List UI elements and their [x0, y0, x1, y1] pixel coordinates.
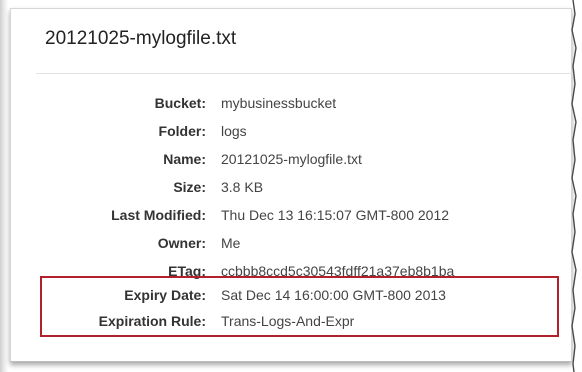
property-row-folder: Folder: logs [11, 121, 571, 141]
left-edge-shadow [0, 0, 8, 372]
property-label: Bucket: [154, 95, 206, 111]
property-row-owner: Owner: Me [11, 233, 571, 253]
title-divider [36, 73, 576, 74]
property-row-last-modified: Last Modified: Thu Dec 13 16:15:07 GMT-8… [11, 205, 571, 225]
property-value: mybusinessbucket [221, 95, 337, 111]
property-value: logs [221, 123, 247, 139]
property-label: Size: [173, 179, 206, 195]
object-properties-panel: 20121025-mylogfile.txt Bucket: mybusines… [10, 8, 576, 362]
property-label: Owner: [157, 235, 206, 251]
screenshot-frame: 20121025-mylogfile.txt Bucket: mybusines… [0, 0, 582, 372]
property-value: 20121025-mylogfile.txt [221, 151, 362, 167]
object-title: 20121025-mylogfile.txt [45, 28, 237, 49]
property-row-size: Size: 3.8 KB [11, 177, 571, 197]
property-row-bucket: Bucket: mybusinessbucket [11, 93, 571, 113]
torn-paper-edge [571, 0, 582, 372]
expiration-highlight-box [40, 276, 559, 337]
property-value: Me [221, 235, 241, 251]
property-label: Name: [163, 151, 206, 167]
property-label: Folder: [158, 123, 206, 139]
property-value: Thu Dec 13 16:15:07 GMT-800 2012 [221, 207, 450, 223]
property-row-name: Name: 20121025-mylogfile.txt [11, 149, 571, 169]
property-value: 3.8 KB [221, 179, 264, 195]
property-label: Last Modified: [111, 207, 206, 223]
